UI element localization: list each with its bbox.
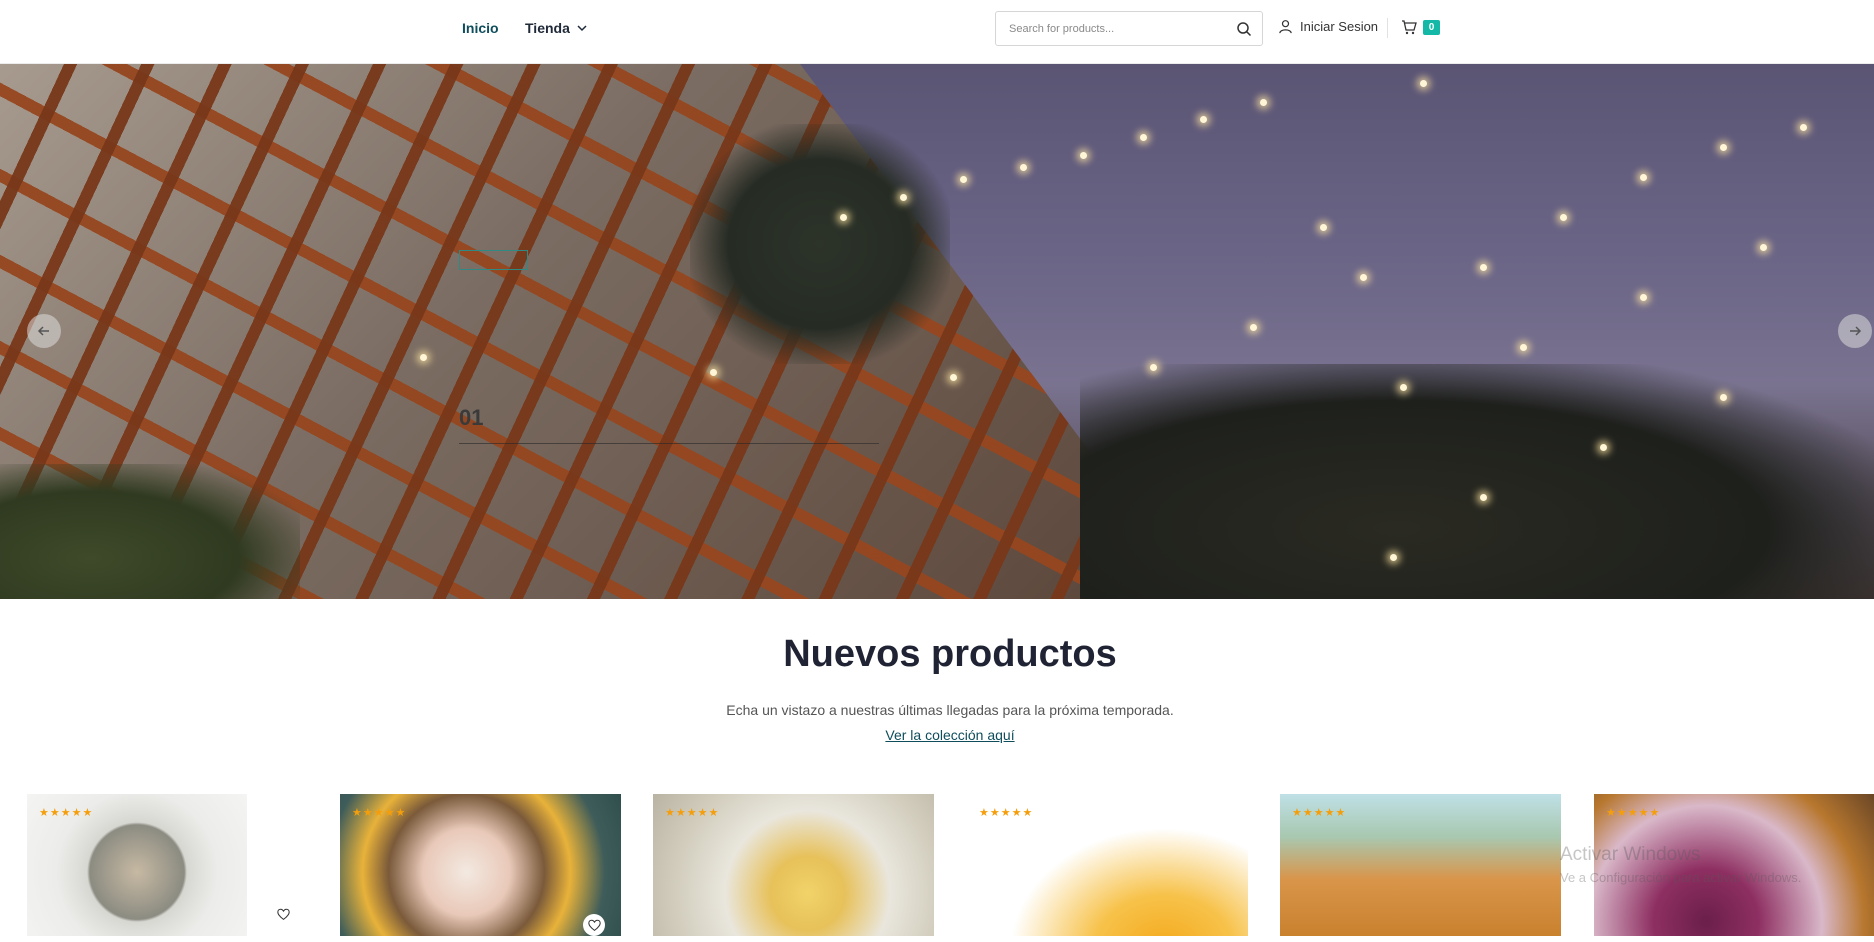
slider-prev-button[interactable] xyxy=(27,314,61,348)
cart-icon xyxy=(1402,20,1417,35)
product-card[interactable]: ★★★★★ xyxy=(27,794,247,936)
light-bulb xyxy=(840,214,847,221)
chevron-down-icon xyxy=(577,25,587,32)
nav-tienda-label: Tienda xyxy=(525,20,570,36)
search-input[interactable] xyxy=(996,12,1216,45)
login-link[interactable]: Iniciar Sesion xyxy=(1278,19,1378,34)
light-bulb xyxy=(1140,134,1147,141)
hero-trees-graphic xyxy=(1080,364,1874,599)
hero-foliage-graphic xyxy=(0,464,300,599)
site-header: Inicio Tienda Iniciar Sesion 0 xyxy=(0,0,1874,64)
hero-trees-graphic xyxy=(690,124,950,364)
user-icon xyxy=(1279,20,1292,34)
cart-count-badge: 0 xyxy=(1423,19,1440,35)
product-card[interactable]: ★★★★★ xyxy=(653,794,934,936)
rating-stars: ★★★★★ xyxy=(665,807,720,819)
search-icon[interactable] xyxy=(1236,21,1252,37)
hero-slider: 01 xyxy=(0,64,1874,599)
light-bulb xyxy=(900,194,907,201)
light-bulb xyxy=(1520,344,1527,351)
section-subtitle: Echa un vistazo a nuestras últimas llega… xyxy=(726,702,1174,718)
hero-slide-number: 01 xyxy=(459,405,484,430)
light-bulb xyxy=(960,176,967,183)
hero-slide-frame xyxy=(459,250,528,270)
light-bulb xyxy=(1020,164,1027,171)
watermark-line1: Activar Windows xyxy=(1560,844,1701,865)
rating-stars: ★★★★★ xyxy=(39,807,94,819)
watermark-line2: Ve a Configuración para activar Windows. xyxy=(1560,870,1802,885)
wishlist-heart-icon[interactable] xyxy=(583,914,605,936)
nav-inicio[interactable]: Inicio xyxy=(462,20,499,36)
light-bulb xyxy=(1390,554,1397,561)
arrow-right-icon xyxy=(1850,326,1862,336)
login-label: Iniciar Sesion xyxy=(1300,19,1379,34)
light-bulb xyxy=(710,369,717,376)
rating-stars: ★★★★★ xyxy=(1606,807,1661,819)
light-bulb xyxy=(1400,384,1407,391)
rating-stars: ★★★★★ xyxy=(979,807,1034,819)
rating-stars: ★★★★★ xyxy=(352,807,407,819)
rating-stars: ★★★★★ xyxy=(1292,807,1347,819)
light-bulb xyxy=(1600,444,1607,451)
light-bulb xyxy=(1080,152,1087,159)
light-bulb xyxy=(1250,324,1257,331)
view-collection-link[interactable]: Ver la colección aquí xyxy=(0,727,1874,743)
light-bulb xyxy=(1560,214,1567,221)
cart-button[interactable]: 0 xyxy=(1401,19,1440,35)
search-box xyxy=(995,11,1263,46)
light-bulb xyxy=(1260,99,1267,106)
product-card[interactable]: ★★★★★ xyxy=(1280,794,1561,936)
light-bulb xyxy=(1760,244,1767,251)
light-bulb xyxy=(1420,80,1427,87)
light-bulb xyxy=(1150,364,1157,371)
light-bulb xyxy=(1320,224,1327,231)
light-bulb xyxy=(950,374,957,381)
arrow-left-icon xyxy=(37,326,49,336)
hero-progress-line xyxy=(459,443,879,444)
slider-next-button[interactable] xyxy=(1838,314,1872,348)
light-bulb xyxy=(1200,116,1207,123)
light-bulb xyxy=(1480,494,1487,501)
product-card[interactable]: ★★★★★ xyxy=(340,794,621,936)
light-bulb xyxy=(1480,264,1487,271)
light-bulb xyxy=(1720,394,1727,401)
product-card[interactable]: ★★★★★ xyxy=(967,794,1248,936)
light-bulb xyxy=(1720,144,1727,151)
nav-tienda[interactable]: Tienda xyxy=(525,20,588,36)
header-divider xyxy=(1387,18,1388,38)
windows-activation-watermark: Activar Windows Ve a Configuración para … xyxy=(1560,844,1801,885)
section-title: Nuevos productos xyxy=(783,633,1117,675)
light-bulb xyxy=(1360,274,1367,281)
light-bulb xyxy=(1640,294,1647,301)
light-bulb xyxy=(1640,174,1647,181)
wishlist-heart-icon[interactable] xyxy=(272,903,294,925)
light-bulb xyxy=(1800,124,1807,131)
light-bulb xyxy=(420,354,427,361)
